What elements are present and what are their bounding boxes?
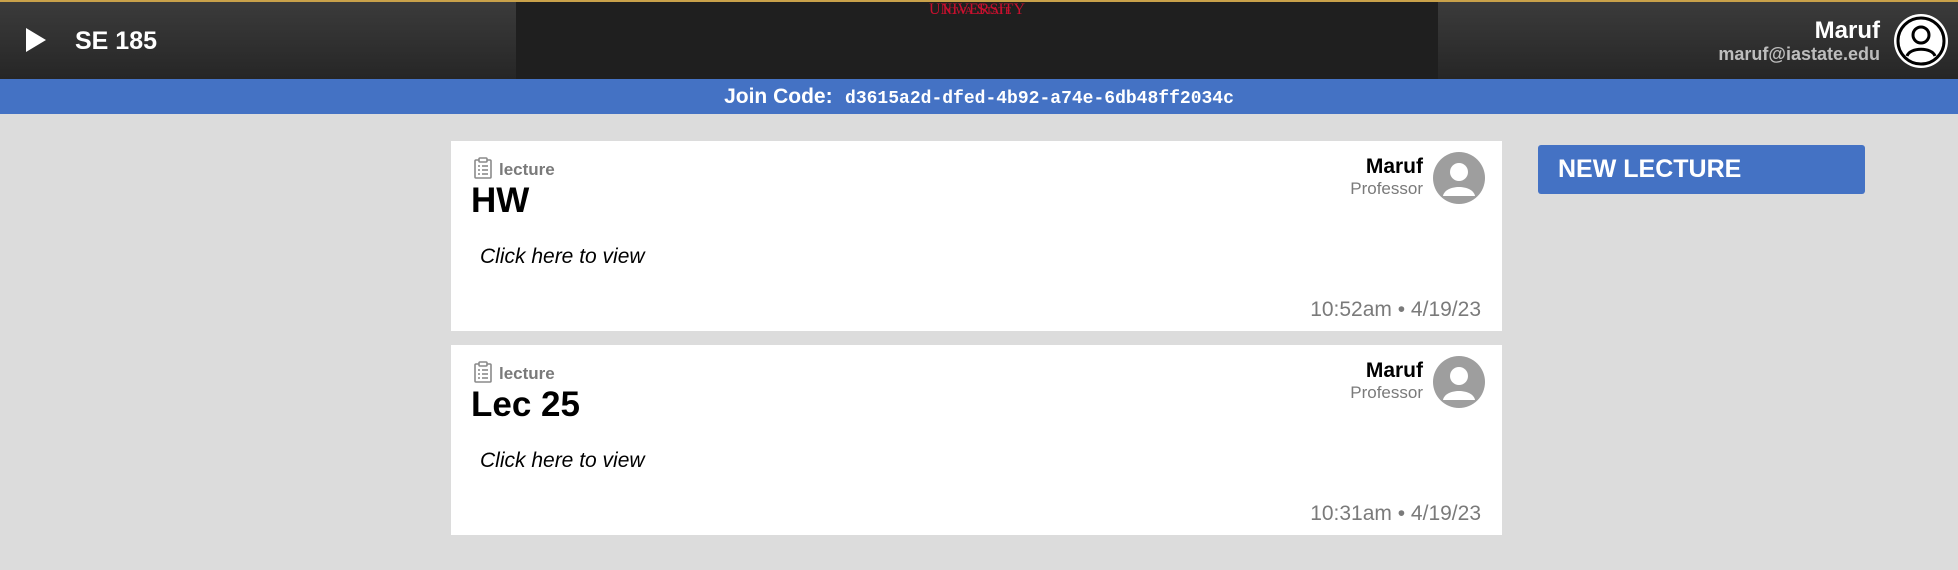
top-navigation-bar: SE 185 Iowa State University Maruf maruf… bbox=[0, 0, 1958, 79]
university-logo-area: Iowa State University bbox=[516, 2, 1438, 79]
author-name: Maruf bbox=[1365, 359, 1423, 382]
new-lecture-button[interactable]: NEW LECTURE bbox=[1538, 145, 1865, 194]
post-type-label: lecture bbox=[499, 364, 555, 383]
university-logo-line2: University bbox=[929, 1, 1025, 18]
author-name: Maruf bbox=[1365, 155, 1423, 178]
user-name: Maruf bbox=[1814, 17, 1880, 44]
post-timestamp: 10:52am • 4/19/23 bbox=[1310, 298, 1481, 321]
course-title[interactable]: SE 185 bbox=[75, 27, 157, 56]
join-code-label: Join Code: bbox=[724, 85, 833, 108]
post-title[interactable]: Lec 25 bbox=[471, 385, 580, 425]
view-link[interactable]: Click here to view bbox=[480, 449, 645, 473]
join-code-bar: Join Code: d3615a2d-dfed-4b92-a74e-6db48… bbox=[0, 79, 1958, 114]
join-code-value: d3615a2d-dfed-4b92-a74e-6db48ff2034c bbox=[845, 89, 1234, 109]
play-icon[interactable] bbox=[26, 28, 46, 52]
view-link[interactable]: Click here to view bbox=[480, 245, 645, 269]
post-timestamp: 10:31am • 4/19/23 bbox=[1310, 502, 1481, 525]
clipboard-icon bbox=[474, 157, 492, 179]
lecture-card[interactable]: lecture HW Click here to view Maruf Prof… bbox=[451, 141, 1502, 331]
user-email: maruf@iastate.edu bbox=[1718, 44, 1880, 64]
author-role: Professor bbox=[1350, 383, 1423, 402]
author-avatar-icon bbox=[1433, 152, 1485, 204]
author-avatar-icon bbox=[1433, 356, 1485, 408]
user-avatar-icon[interactable] bbox=[1894, 14, 1948, 68]
lecture-card[interactable]: lecture Lec 25 Click here to view Maruf … bbox=[451, 345, 1502, 535]
author-role: Professor bbox=[1350, 179, 1423, 198]
post-title[interactable]: HW bbox=[471, 181, 529, 221]
clipboard-icon bbox=[474, 361, 492, 383]
post-type-label: lecture bbox=[499, 160, 555, 179]
